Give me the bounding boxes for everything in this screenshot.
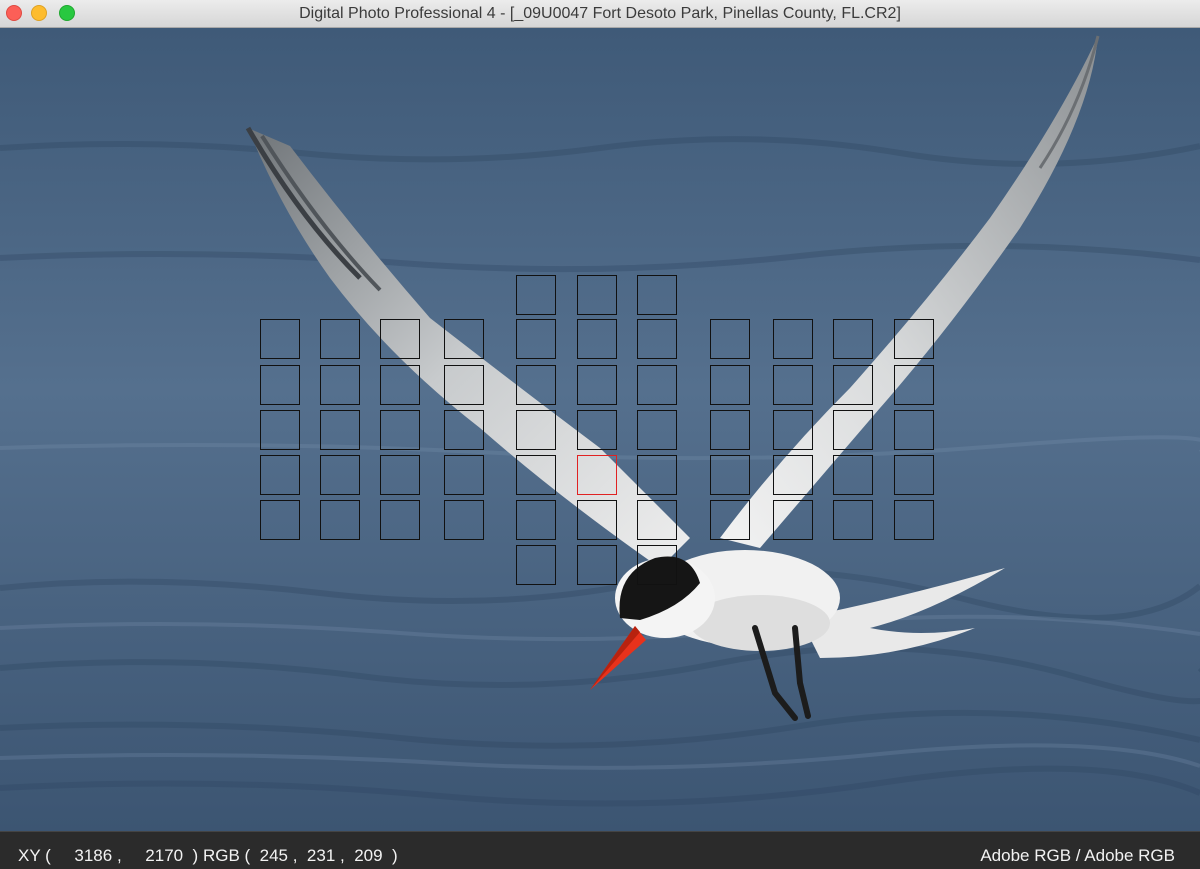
af-point xyxy=(773,500,813,540)
af-point xyxy=(773,319,813,359)
af-point xyxy=(710,500,750,540)
af-point-grid xyxy=(0,28,1200,831)
af-point-active xyxy=(577,455,617,495)
af-point xyxy=(894,410,934,450)
af-point xyxy=(833,500,873,540)
af-point xyxy=(637,545,677,585)
af-point xyxy=(577,500,617,540)
af-point xyxy=(320,500,360,540)
af-point xyxy=(444,319,484,359)
window-title: Digital Photo Professional 4 - [_09U0047… xyxy=(299,5,901,22)
image-viewer[interactable] xyxy=(0,28,1200,831)
af-point xyxy=(637,500,677,540)
af-point xyxy=(710,365,750,405)
r-value: 245 xyxy=(259,846,289,865)
af-point xyxy=(894,500,934,540)
af-point xyxy=(637,275,677,315)
af-point xyxy=(320,455,360,495)
color-space: Adobe RGB / Adobe RGB xyxy=(980,846,1175,865)
af-point xyxy=(773,365,813,405)
af-point xyxy=(833,319,873,359)
rgb-label: RGB ( xyxy=(202,846,251,865)
af-point xyxy=(833,410,873,450)
af-point xyxy=(894,319,934,359)
af-point xyxy=(444,455,484,495)
af-point xyxy=(894,455,934,495)
af-point xyxy=(260,319,300,359)
af-point xyxy=(637,319,677,359)
af-point xyxy=(773,410,813,450)
pixel-readout: XY ( 3186 , 2170 ) RGB ( 245 , 231 , 209… xyxy=(18,846,398,865)
af-point xyxy=(260,455,300,495)
af-point xyxy=(260,500,300,540)
status-bar: XY ( 3186 , 2170 ) RGB ( 245 , 231 , 209… xyxy=(0,831,1200,869)
af-point xyxy=(444,500,484,540)
af-point xyxy=(577,545,617,585)
af-point xyxy=(773,455,813,495)
af-point xyxy=(516,319,556,359)
af-point xyxy=(380,455,420,495)
af-point xyxy=(380,319,420,359)
dpp-window: Digital Photo Professional 4 - [_09U0047… xyxy=(0,0,1200,869)
af-point xyxy=(516,455,556,495)
y-coordinate: 2170 xyxy=(145,846,184,865)
af-point xyxy=(260,410,300,450)
af-point xyxy=(894,365,934,405)
af-point xyxy=(637,455,677,495)
af-point xyxy=(516,500,556,540)
xy-label: XY ( xyxy=(18,846,51,865)
af-point xyxy=(260,365,300,405)
af-point xyxy=(380,410,420,450)
g-value: 231 xyxy=(306,846,336,865)
af-point xyxy=(577,410,617,450)
af-point xyxy=(710,319,750,359)
title-bar[interactable]: Digital Photo Professional 4 - [_09U0047… xyxy=(0,0,1200,28)
af-point xyxy=(380,500,420,540)
x-coordinate: 3186 xyxy=(74,846,113,865)
af-point xyxy=(320,410,360,450)
af-point xyxy=(320,365,360,405)
af-point xyxy=(516,365,556,405)
af-point xyxy=(577,275,617,315)
af-point xyxy=(833,455,873,495)
af-point xyxy=(710,455,750,495)
af-point xyxy=(320,319,360,359)
af-point xyxy=(516,410,556,450)
af-point xyxy=(833,365,873,405)
af-point xyxy=(577,365,617,405)
af-point xyxy=(380,365,420,405)
af-point xyxy=(516,545,556,585)
af-point xyxy=(444,410,484,450)
af-point xyxy=(577,319,617,359)
af-point xyxy=(710,410,750,450)
af-point xyxy=(516,275,556,315)
af-point xyxy=(444,365,484,405)
af-point xyxy=(637,410,677,450)
b-value: 209 xyxy=(354,846,383,865)
af-point xyxy=(637,365,677,405)
